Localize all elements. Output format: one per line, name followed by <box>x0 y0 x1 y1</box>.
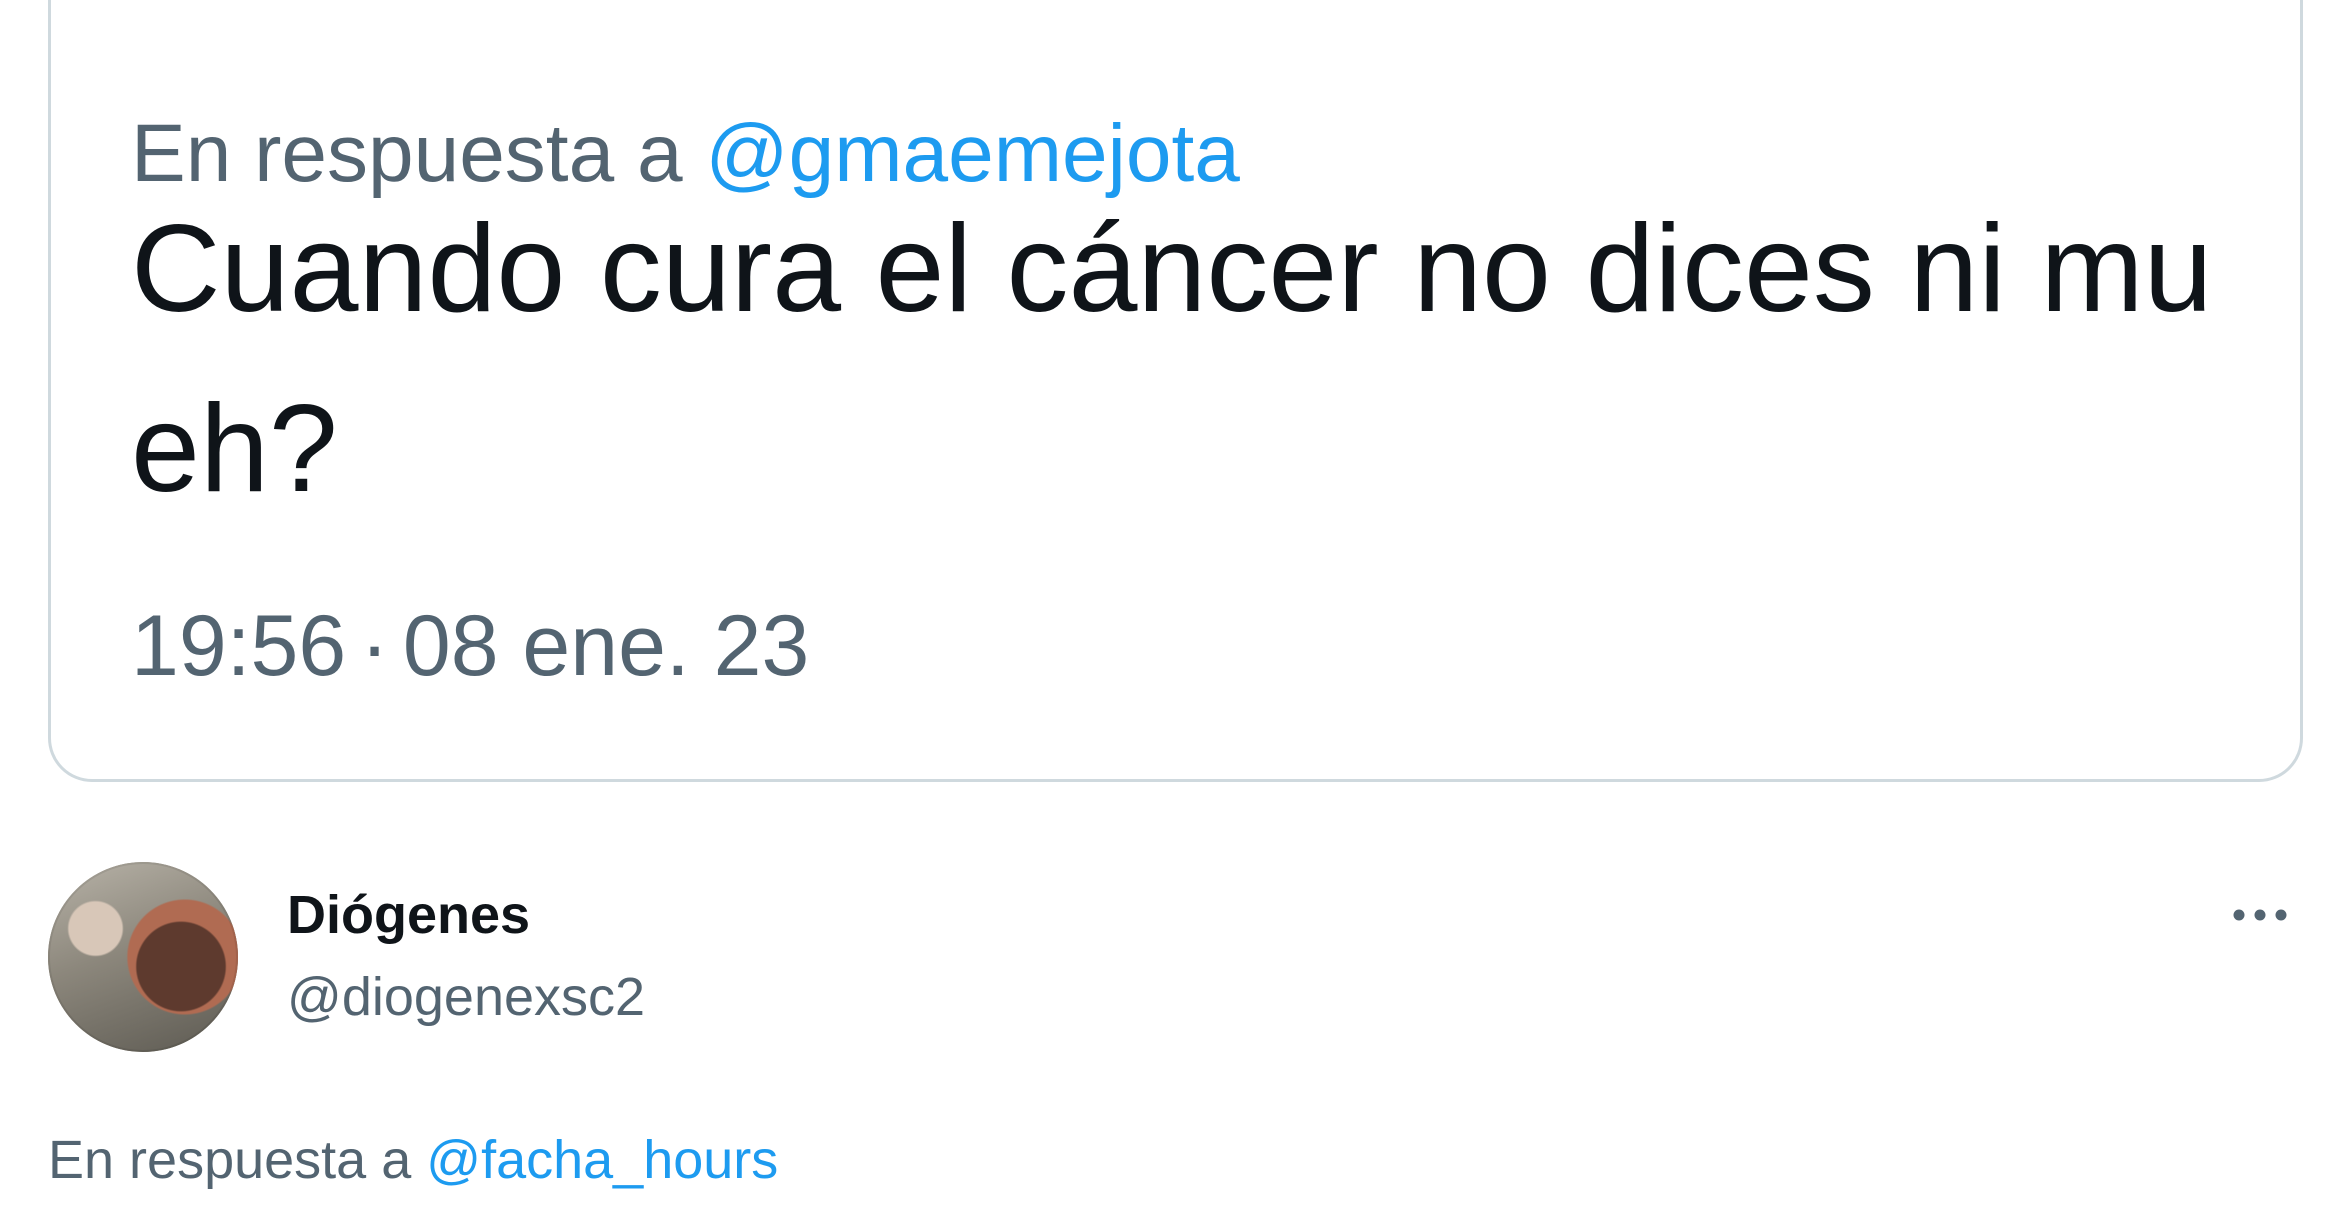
reply-author-avatar[interactable] <box>48 862 238 1052</box>
more-options-button[interactable] <box>2225 890 2295 940</box>
reply-mention-link[interactable]: @facha_hours <box>426 1130 778 1190</box>
timestamp-separator: · <box>360 598 389 694</box>
quoted-tweet-date: 08 ene. 23 <box>402 598 810 694</box>
more-horizontal-icon <box>2233 909 2287 921</box>
reply-prefix: En respuesta a <box>48 1130 412 1190</box>
reply-author-name[interactable]: Diógenes <box>287 888 530 942</box>
reply-context: En respuesta a @facha_hours <box>48 1133 778 1187</box>
quoted-tweet-text: Cuando cura el cáncer no dices ni mu eh? <box>131 200 2213 518</box>
quoted-tweet-timestamp[interactable]: 19:56 · 08 ene. 23 <box>131 603 809 689</box>
quoted-tweet-time: 19:56 <box>131 598 347 694</box>
quoted-tweet-card[interactable]: En respuesta a @gmaemejota Cuando cura e… <box>48 0 2303 782</box>
reply-author-handle[interactable]: @diogenexsc2 <box>287 970 645 1024</box>
